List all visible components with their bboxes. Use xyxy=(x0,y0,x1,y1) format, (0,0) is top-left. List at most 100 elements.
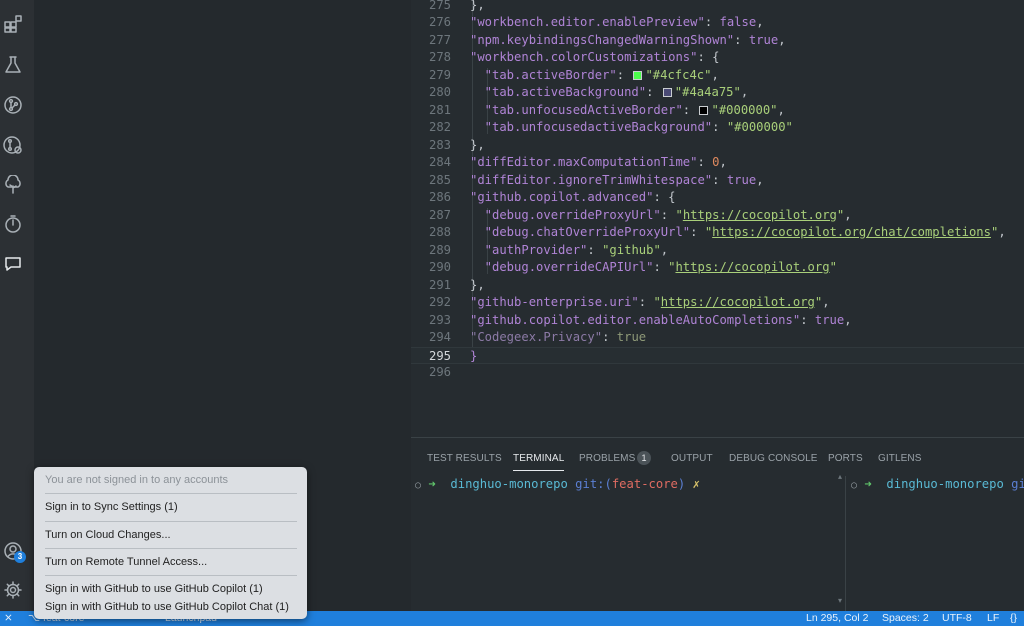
timeline-icon[interactable] xyxy=(2,213,24,235)
encoding[interactable]: UTF-8 xyxy=(942,611,972,626)
code-token: true xyxy=(748,32,779,47)
source-control-icon[interactable] xyxy=(2,94,24,116)
code-text: "github.copilot.editor.enableAutoComplet… xyxy=(470,312,852,330)
code-token: , xyxy=(998,225,1006,239)
code-token: "#000000" xyxy=(726,120,793,134)
terminal-right[interactable]: ○ ➜ dinghuo-monorepo git:( xyxy=(851,476,1024,612)
terminal-split-divider[interactable] xyxy=(845,476,846,612)
line-number: 284 xyxy=(428,155,451,169)
code-token: "tab.activeBackground" xyxy=(470,85,647,99)
menu-item-github-copilot-chat[interactable]: Sign in with GitHub to use GitHub Copilo… xyxy=(45,601,289,613)
tab-problems[interactable]: PROBLEMS xyxy=(579,453,635,464)
language-mode[interactable]: {} xyxy=(1010,611,1017,626)
code-line[interactable]: 282 "tab.unfocusedactiveBackground": "#0… xyxy=(411,119,1024,137)
flask-icon[interactable] xyxy=(2,54,24,76)
code-token: }, xyxy=(470,0,485,12)
code-line[interactable]: 277 "npm.keybindingsChangedWarningShown":… xyxy=(411,32,1024,50)
code-line[interactable]: 291}, xyxy=(411,277,1024,295)
code-token: " xyxy=(829,260,837,274)
line-number: 275 xyxy=(428,0,451,12)
code-token: "github.copilot.editor.enableAutoComplet… xyxy=(470,312,801,327)
tab-gitlens[interactable]: GITLENS xyxy=(878,453,922,464)
line-number: 283 xyxy=(428,137,451,152)
code-token: "npm.keybindingsChangedWarningShown" xyxy=(470,32,735,47)
line-number: 277 xyxy=(428,32,451,47)
tab-output[interactable]: OUTPUT xyxy=(671,453,713,464)
code-line[interactable]: 276 "workbench.editor.enablePreview": fal… xyxy=(411,14,1024,32)
menu-item-github-copilot[interactable]: Sign in with GitHub to use GitHub Copilo… xyxy=(45,583,263,595)
code-token: false xyxy=(719,15,757,29)
code-token: , xyxy=(756,15,764,29)
menu-item-sync-settings[interactable]: Sign in to Sync Settings (1) xyxy=(45,501,178,513)
menu-separator xyxy=(45,521,297,522)
menu-separator xyxy=(45,493,297,494)
code-line[interactable]: 283}, xyxy=(411,137,1024,155)
color-swatch[interactable] xyxy=(699,105,709,115)
code-line[interactable]: 288 "debug.chatOverrideProxyUrl": "https… xyxy=(411,224,1024,242)
color-swatch[interactable] xyxy=(633,70,643,80)
code-token: , xyxy=(778,32,786,47)
code-token: " xyxy=(653,295,661,309)
code-token: , xyxy=(777,102,785,117)
code-line[interactable]: 292 "github-enterprise.uri": "https://coc… xyxy=(411,294,1024,312)
code-editor[interactable]: 275}, 276 "workbench.editor.enablePreview"… xyxy=(411,0,1024,437)
code-token: "diffEditor.ignoreTrimWhitespace" xyxy=(470,172,713,187)
color-swatch[interactable] xyxy=(662,88,672,97)
code-line[interactable]: 287 "debug.overrideProxyUrl": "https://c… xyxy=(411,207,1024,225)
tab-ports[interactable]: PORTS xyxy=(828,453,863,464)
code-line[interactable]: 285 "diffEditor.ignoreTrimWhitespace": tr… xyxy=(411,172,1024,190)
chat-icon[interactable] xyxy=(2,253,24,275)
menu-item-remote-tunnel[interactable]: Turn on Remote Tunnel Access... xyxy=(45,556,207,568)
code-token: , xyxy=(756,172,764,187)
code-line[interactable]: 286 "github.copilot.advanced": { xyxy=(411,189,1024,207)
code-line[interactable]: 279 "tab.activeBorder": "#4cfc4c", xyxy=(411,67,1024,85)
prompt-arrow-icon: ➜ xyxy=(864,477,872,491)
cursor-position[interactable]: Ln 295, Col 2 xyxy=(806,611,868,626)
menu-item-cloud-changes[interactable]: Turn on Cloud Changes... xyxy=(45,529,171,541)
accounts-menu: You are not signed in to any accounts Si… xyxy=(34,467,307,619)
code-text: "tab.activeBorder": "#4cfc4c", xyxy=(470,67,719,85)
line-number: 287 xyxy=(428,207,451,222)
panel-tabs: TEST RESULTS TERMINAL PROBLEMS 1 OUTPUT … xyxy=(411,438,1024,476)
tab-test-results[interactable]: TEST RESULTS xyxy=(427,453,502,464)
end-of-line[interactable]: LF xyxy=(987,611,999,626)
code-text: "tab.unfocusedActiveBorder": "#000000", xyxy=(470,102,785,120)
code-token: : xyxy=(646,85,661,99)
code-token: true xyxy=(726,172,757,187)
settings-gear-icon[interactable] xyxy=(2,579,24,601)
code-line[interactable]: 290 "debug.overrideCAPIUrl": "https://co… xyxy=(411,259,1024,277)
code-line[interactable]: 293 "github.copilot.editor.enableAutoComp… xyxy=(411,312,1024,330)
git-graph-icon[interactable] xyxy=(2,134,24,156)
line-number: 295 xyxy=(428,348,451,363)
code-line[interactable]: 289 "authProvider": "github", xyxy=(411,242,1024,260)
code-token: https://cocopilot.org xyxy=(682,207,837,222)
remote-indicator[interactable]: ⨯ xyxy=(4,611,13,626)
code-text: "authProvider": "github", xyxy=(470,242,668,260)
code-line[interactable]: 281 "tab.unfocusedActiveBorder": "#00000… xyxy=(411,102,1024,120)
code-line[interactable]: 284 "diffEditor.maxComputationTime": 0, xyxy=(411,154,1024,172)
code-line[interactable]: 296 xyxy=(411,364,1024,382)
code-token: , xyxy=(711,67,719,82)
terminal-left[interactable]: ○ ➜ dinghuo-monorepo git:(feat-core) ✗ xyxy=(415,476,841,612)
prompt-git-close: ) xyxy=(677,477,686,491)
code-token: https://cocopilot.org xyxy=(660,295,815,309)
code-text: "debug.overrideProxyUrl": "https://cocop… xyxy=(470,207,852,225)
code-line[interactable]: 295} xyxy=(411,346,1024,364)
explorer-icon[interactable] xyxy=(2,13,24,35)
scroll-down-icon[interactable]: ▾ xyxy=(838,596,844,605)
indentation[interactable]: Spaces: 2 xyxy=(882,611,929,626)
prompt-status-icon: ○ xyxy=(415,480,422,491)
tab-debug-console[interactable]: DEBUG CONSOLE xyxy=(729,453,818,464)
code-token: https://cocopilot.org/chat/completions xyxy=(712,225,991,239)
tree-icon[interactable] xyxy=(2,174,24,196)
code-line[interactable]: 275}, xyxy=(411,0,1024,14)
code-token: "tab.unfocusedactiveBackground" xyxy=(470,120,713,134)
code-text: "tab.unfocusedactiveBackground": "#00000… xyxy=(470,119,793,137)
code-line[interactable]: 294 "Codegeex.Privacy": true xyxy=(411,329,1024,347)
code-token: : xyxy=(712,172,727,187)
code-line[interactable]: 280 "tab.activeBackground": "#4a4a75", xyxy=(411,84,1024,102)
scroll-up-icon[interactable]: ▴ xyxy=(838,472,844,481)
tab-terminal[interactable]: TERMINAL xyxy=(513,453,565,471)
code-token: "diffEditor.maxComputationTime" xyxy=(470,155,698,169)
code-line[interactable]: 278 "workbench.colorCustomizations": { xyxy=(411,49,1024,67)
